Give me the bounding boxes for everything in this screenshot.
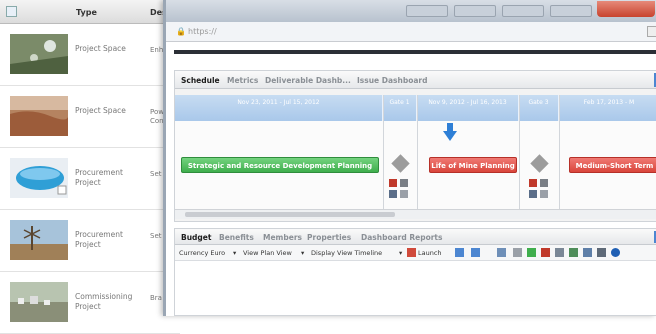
- today-marker-icon: [443, 123, 457, 141]
- tab-metrics[interactable]: Metrics: [227, 76, 258, 85]
- project-type: Commissioning Project: [75, 292, 133, 311]
- tab-schedule[interactable]: Schedule: [181, 76, 220, 85]
- tab-budget[interactable]: Budget: [181, 233, 211, 242]
- document-icon[interactable]: [6, 6, 17, 17]
- titlebar-button[interactable]: [502, 5, 544, 17]
- grid-line: [417, 95, 418, 209]
- timeline-gate: Gate 1: [383, 95, 417, 121]
- funnel-icon[interactable]: [513, 248, 522, 257]
- column-header-type[interactable]: Type: [76, 8, 97, 17]
- gate-actions: [389, 179, 411, 199]
- list-item[interactable]: Project Space Pow Con: [0, 86, 180, 148]
- titlebar-button[interactable]: [550, 5, 592, 17]
- project-thumbnail: [10, 34, 68, 74]
- top-banner: [174, 50, 656, 54]
- display-select[interactable]: Display View Timeline: [311, 249, 382, 257]
- lock-icon: 🔒: [176, 27, 186, 36]
- project-thumbnail: [10, 96, 68, 136]
- details-panel: Budget Benefits Members Properties Dashb…: [174, 228, 656, 316]
- gantt-bar[interactable]: Medium-Short Term: [569, 157, 656, 173]
- document-icon[interactable]: [400, 190, 408, 198]
- list-item[interactable]: Procurement Project Set: [0, 148, 180, 210]
- tab-benefits[interactable]: Benefits: [219, 233, 254, 242]
- document-icon[interactable]: [540, 190, 548, 198]
- grid-line: [519, 95, 520, 209]
- tab-deliverable-dashboard[interactable]: Deliverable Dashb...: [265, 76, 351, 85]
- horizontal-scrollbar[interactable]: [175, 209, 656, 219]
- report-icon[interactable]: [389, 179, 397, 187]
- tab-members[interactable]: Members: [263, 233, 302, 242]
- sort-icon[interactable]: [455, 248, 464, 257]
- link-icon[interactable]: [389, 190, 397, 198]
- window-controls[interactable]: [597, 1, 655, 17]
- gantt-bar[interactable]: Strategic and Resource Development Plann…: [181, 157, 379, 173]
- window-titlebar[interactable]: [166, 0, 656, 22]
- project-thumbnail: [10, 158, 68, 198]
- url-field[interactable]: https://: [188, 27, 217, 36]
- calendar-icon[interactable]: [555, 248, 564, 257]
- project-type: Procurement Project: [75, 168, 123, 187]
- chevron-down-icon[interactable]: ▾: [399, 249, 402, 257]
- timeline-period: Nov 9, 2012 - Jul 16, 2013: [417, 95, 519, 121]
- timeline-header: Nov 23, 2011 - Jul 15, 2012 Gate 1 Nov 9…: [175, 95, 656, 121]
- grid-line: [383, 95, 384, 209]
- layout-icon[interactable]: [497, 248, 506, 257]
- timeline-period: Nov 23, 2011 - Jul 15, 2012: [175, 95, 383, 121]
- view-select[interactable]: View Plan View: [243, 249, 292, 257]
- grid-line: [559, 95, 560, 209]
- address-bar[interactable]: 🔒 https://: [166, 22, 656, 42]
- list-item[interactable]: Project Space Enh: [0, 24, 180, 86]
- excel-icon[interactable]: [569, 248, 578, 257]
- page-icon[interactable]: [647, 26, 656, 37]
- report-icon[interactable]: [529, 179, 537, 187]
- list-item[interactable]: Commissioning Project Bra pro: [0, 272, 180, 334]
- chevron-down-icon[interactable]: ▾: [301, 249, 304, 257]
- chevron-down-icon[interactable]: ▾: [233, 249, 236, 257]
- schedule-tabs: Schedule Metrics Deliverable Dashb... Is…: [175, 71, 656, 89]
- project-thumbnail: [10, 220, 68, 260]
- print-icon[interactable]: [541, 248, 550, 257]
- edit-icon[interactable]: [540, 179, 548, 187]
- gate-actions: [529, 179, 551, 199]
- browser-window: 🔒 https:// Schedule Metrics Deliverable …: [163, 0, 656, 316]
- details-tabs: Budget Benefits Members Properties Dashb…: [175, 229, 656, 245]
- schedule-panel: Schedule Metrics Deliverable Dashb... Is…: [174, 70, 656, 222]
- tab-issue-dashboard[interactable]: Issue Dashboard: [357, 76, 428, 85]
- project-type: Project Space: [75, 44, 126, 53]
- tab-dashboard-reports[interactable]: Dashboard Reports: [361, 233, 442, 242]
- project-type: Procurement Project: [75, 230, 123, 249]
- launch-icon[interactable]: [407, 248, 416, 257]
- currency-select[interactable]: Currency Euro: [179, 249, 225, 257]
- launch-button[interactable]: Launch: [418, 249, 442, 257]
- list-header: Type Des: [0, 0, 180, 24]
- list-item[interactable]: Procurement Project Set: [0, 210, 180, 272]
- titlebar-button[interactable]: [454, 5, 496, 17]
- scrollbar-thumb[interactable]: [185, 212, 395, 217]
- gantt-bar[interactable]: Life of Mine Planning: [429, 157, 517, 173]
- titlebar-button[interactable]: [406, 5, 448, 17]
- save-icon[interactable]: [597, 248, 606, 257]
- edit-icon[interactable]: [400, 179, 408, 187]
- timeline-period: Feb 17, 2013 - M: [559, 95, 656, 121]
- project-list: Type Des Project Space Enh Project Space…: [0, 0, 180, 334]
- project-type: Project Space: [75, 106, 126, 115]
- filter-icon[interactable]: [471, 248, 480, 257]
- chart-icon[interactable]: [527, 248, 536, 257]
- tab-properties[interactable]: Properties: [307, 233, 351, 242]
- timeline-gate: Gate 3: [519, 95, 559, 121]
- project-thumbnail: [10, 282, 68, 322]
- help-icon[interactable]: [611, 248, 620, 257]
- link-icon[interactable]: [529, 190, 537, 198]
- grid-icon[interactable]: [583, 248, 592, 257]
- details-toolbar: Currency Euro ▾ View Plan View ▾ Display…: [175, 245, 656, 261]
